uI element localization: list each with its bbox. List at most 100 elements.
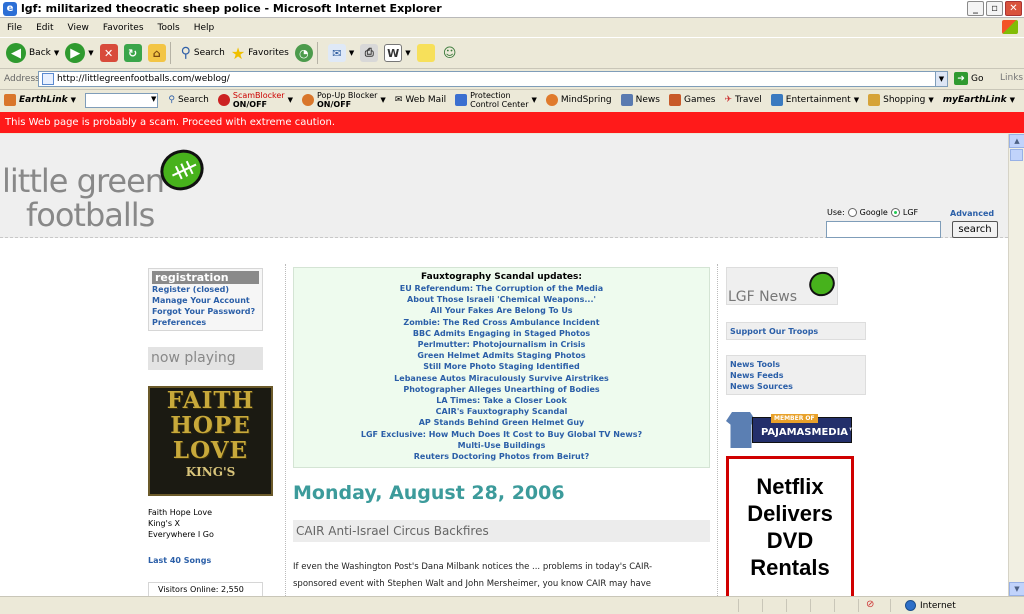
google-radio[interactable] (847, 208, 857, 217)
scroll-down-icon[interactable]: ▼ (1009, 582, 1024, 596)
title-bar: e lgf: militarized theocratic sheep poli… (0, 0, 1024, 18)
scamblocker-toggle[interactable]: ScamBlocker ON/OFF ▼ (217, 91, 293, 109)
zone-label: Internet (920, 600, 956, 611)
address-bar: Address http://littlegreenfootballs.com/… (0, 70, 1024, 88)
site-search-input[interactable] (826, 221, 941, 238)
back-label: Back (29, 48, 51, 58)
search-scope: Use: Google LGF (827, 208, 918, 217)
toolbar-separator (316, 42, 318, 64)
menu-favorites[interactable]: Favorites (96, 23, 151, 33)
toolbar-separator (169, 42, 171, 64)
shopping-button[interactable]: Shopping ▼ (868, 94, 934, 106)
window-title: lgf: militarized theocratic sheep police… (21, 2, 442, 15)
menu-view[interactable]: View (61, 23, 96, 33)
earthlink-brand: EarthLink (19, 95, 68, 105)
entertainment-button[interactable]: Entertainment ▼ (770, 94, 859, 106)
standard-toolbar: ◀ Back ▼ ▶ ▼ ✕ ↻ ⌂ ⚲ Search ★ Favorites … (0, 37, 1024, 69)
earthlink-toolbar: EarthLink ▼ ⚲ Search ScamBlocker ON/OFF … (0, 89, 1024, 110)
earthlink-menu[interactable]: EarthLink ▼ (4, 94, 76, 106)
mindspring-button[interactable]: MindSpring (545, 94, 612, 106)
advanced-search-link[interactable]: Advanced (950, 209, 994, 218)
shopping-bag-icon (868, 94, 881, 106)
back-dropdown-icon: ▼ (53, 49, 60, 57)
protection-center-button[interactable]: Protection Control Center ▼ (455, 91, 537, 109)
games-button[interactable]: Games (668, 94, 716, 106)
scroll-up-icon[interactable]: ▲ (1009, 134, 1024, 148)
home-icon[interactable]: ⌂ (147, 44, 166, 62)
webmail-button[interactable]: ✉ Web Mail (395, 95, 446, 105)
lgf-radio[interactable] (890, 208, 900, 217)
print-icon[interactable]: ⎙ (360, 44, 379, 62)
go-label: Go (971, 73, 984, 84)
google-label: Google (859, 208, 888, 217)
shield-icon (455, 94, 468, 106)
search-icon: ⚲ (168, 95, 175, 105)
status-bar: ⊘ Internet (0, 596, 1024, 614)
messenger-icon[interactable]: ☺ (441, 44, 459, 62)
status-divider (786, 599, 787, 612)
popup-blocker-toggle[interactable]: Pop-Up Blocker ON/OFF ▼ (301, 91, 386, 109)
status-divider (858, 599, 859, 612)
scamblocker-state: ON/OFF (232, 100, 268, 109)
refresh-icon[interactable]: ↻ (123, 44, 142, 62)
minimize-button[interactable]: _ (967, 1, 984, 16)
vertical-scrollbar[interactable]: ▲ ▼ (1008, 134, 1024, 596)
entertainment-icon (770, 94, 783, 106)
scam-warning-bar: This Web page is probably a scam. Procee… (0, 112, 1024, 133)
windows-logo-icon (1002, 20, 1018, 34)
news-icon (620, 94, 633, 106)
myearthlink-button[interactable]: myEarthLink ▼ (943, 95, 1015, 105)
address-input[interactable]: http://littlegreenfootballs.com/weblog/ … (38, 71, 948, 87)
history-icon[interactable]: ◔ (294, 44, 313, 62)
scroll-thumb[interactable] (1010, 149, 1023, 161)
menu-tools[interactable]: Tools (151, 23, 187, 33)
back-button[interactable]: ◀ Back ▼ (6, 43, 59, 63)
scamblocker-label: ScamBlocker (232, 91, 285, 100)
forward-arrow-icon: ▶ (65, 43, 86, 63)
close-button[interactable]: ✕ (1005, 1, 1022, 16)
site-logo-line2[interactable]: footballs (26, 196, 155, 234)
site-logo-line1[interactable]: little green (2, 162, 165, 200)
travel-label: Travel (735, 95, 762, 105)
status-divider (762, 599, 763, 612)
menu-file[interactable]: File (0, 23, 29, 33)
menu-help[interactable]: Help (187, 23, 222, 33)
mindspring-label: MindSpring (560, 95, 612, 105)
entertainment-label: Entertainment (785, 95, 851, 105)
status-divider (738, 599, 739, 612)
site-header: little green footballs Use: Google LGF A… (0, 134, 1008, 238)
use-label: Use: (827, 208, 845, 217)
browser-window: e lgf: militarized theocratic sheep poli… (0, 0, 1024, 614)
earthlink-search-input[interactable] (84, 92, 159, 108)
edit-icon[interactable]: W (384, 44, 403, 62)
popup-blocked-icon[interactable]: ⊘ (866, 599, 874, 610)
earthlink-icon (4, 94, 16, 106)
popup-blocker-state: ON/OFF (316, 100, 352, 109)
travel-button[interactable]: ✈ Travel (724, 95, 761, 105)
site-search-button[interactable]: search (952, 221, 998, 238)
earthlink-search-label: Search (177, 95, 209, 105)
search-button[interactable]: ⚲ Search (181, 45, 225, 61)
popup-blocker-label: Pop-Up Blocker (316, 91, 378, 100)
forward-dropdown-icon: ▼ (88, 49, 94, 57)
earthlink-search-button[interactable]: ⚲ Search (168, 95, 209, 105)
control-center-label: Control Center (470, 100, 529, 109)
games-label: Games (683, 95, 716, 105)
news-button[interactable]: News (620, 94, 660, 106)
popup-label-group: Pop-Up Blocker ON/OFF (317, 91, 377, 109)
mail-icon[interactable]: ✉ (327, 44, 346, 62)
favorites-button[interactable]: ★ Favorites (231, 44, 289, 63)
go-button[interactable]: ➜ Go (954, 72, 983, 85)
back-arrow-icon: ◀ (6, 43, 26, 63)
links-button[interactable]: Links (1000, 73, 1023, 83)
forward-button[interactable]: ▶ ▼ (65, 43, 94, 63)
address-label: Address (4, 74, 40, 84)
mindspring-icon (545, 94, 558, 106)
maximize-button[interactable]: ▫ (986, 1, 1003, 16)
plane-icon: ✈ (724, 95, 732, 105)
menu-edit[interactable]: Edit (29, 23, 60, 33)
popup-blocker-icon (301, 94, 314, 106)
stop-icon[interactable]: ✕ (99, 44, 118, 62)
address-dropdown-icon[interactable]: ▼ (935, 72, 947, 86)
notes-icon[interactable] (416, 44, 435, 62)
